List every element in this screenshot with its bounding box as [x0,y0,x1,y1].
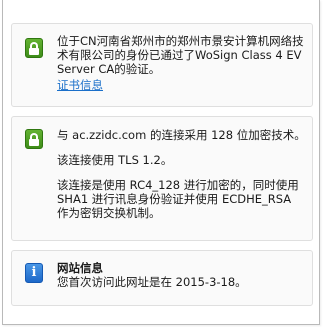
site-info-title: 网站信息 [57,261,103,275]
tls-version-text: 该连接使用 TLS 1.2。 [57,153,173,167]
lock-icon [25,38,43,58]
cipher-details-text: 该连接是使用 RC4_128 进行加密的，同时使用 SHA1 进行讯息身份验证并… [57,178,299,220]
site-info-text-block: 网站信息 您首次访问此网址是在 2015-3-18。 [57,261,306,289]
info-icon: i [25,263,43,283]
identity-verification-text: 位于CN河南省郑州市的郑州市景安计算机网络技术有限公司的身份已通过了WoSign… [57,34,304,76]
encryption-strength-text: 与 ac.zzidc.com 的连接采用 128 位加密技术。 [57,128,306,142]
site-security-popup: 位于CN河南省郑州市的郑州市景安计算机网络技术有限公司的身份已通过了WoSign… [2,0,320,325]
identity-text-block: 位于CN河南省郑州市的郑州市景安计算机网络技术有限公司的身份已通过了WoSign… [57,34,306,92]
site-info-section: i 网站信息 您首次访问此网址是在 2015-3-18。 [11,250,313,306]
lock-icon [25,129,43,149]
connection-text-block: 与 ac.zzidc.com 的连接采用 128 位加密技术。 该连接使用 TL… [57,128,306,220]
connection-section: 与 ac.zzidc.com 的连接采用 128 位加密技术。 该连接使用 TL… [11,116,313,241]
certificate-info-link[interactable]: 证书信息 [57,78,103,92]
first-visit-text: 您首次访问此网址是在 2015-3-18。 [57,275,247,289]
identity-section: 位于CN河南省郑州市的郑州市景安计算机网络技术有限公司的身份已通过了WoSign… [11,23,313,107]
